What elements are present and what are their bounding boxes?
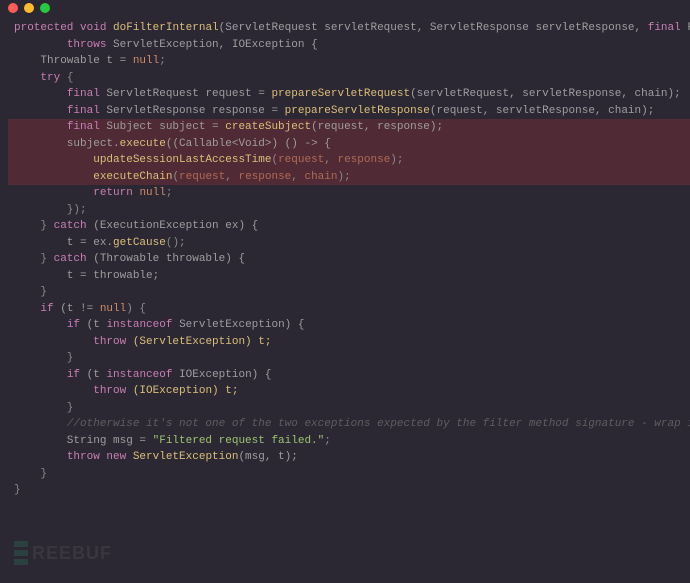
code-line: throw (IOException) t; [0,383,690,400]
code-line: } catch (ExecutionException ex) { [0,218,690,235]
code-line: try { [0,70,690,87]
code-line: throw new ServletException(msg, t); [0,449,690,466]
code-line-highlighted: subject.execute((Callable<Void>) () -> { [0,136,690,153]
code-line: } [0,466,690,483]
watermark: REEBUF [14,541,112,565]
code-line: } [0,482,690,499]
code-line: if (t instanceof IOException) { [0,367,690,384]
code-line: protected void doFilterInternal(ServletR… [0,20,690,37]
watermark-text: REEBUF [32,545,112,562]
minimize-icon[interactable] [24,3,34,13]
code-editor[interactable]: protected void doFilterInternal(ServletR… [0,16,690,499]
code-line: String msg = "Filtered request failed."; [0,433,690,450]
code-line: } [0,350,690,367]
code-line: if (t instanceof ServletException) { [0,317,690,334]
code-line-highlighted: updateSessionLastAccessTime(request, res… [0,152,690,169]
code-line: throws ServletException, IOException { [0,37,690,54]
code-line: } [0,400,690,417]
window-titlebar [0,0,690,16]
zoom-icon[interactable] [40,3,50,13]
code-line-highlighted: final Subject subject = createSubject(re… [0,119,690,136]
code-line: //otherwise it's not one of the two exce… [0,416,690,433]
watermark-logo-icon [14,541,28,565]
code-line: } [0,284,690,301]
code-line: final ServletRequest request = prepareSe… [0,86,690,103]
code-line: t = ex.getCause(); [0,235,690,252]
code-line: if (t != null) { [0,301,690,318]
code-line: Throwable t = null; [0,53,690,70]
close-icon[interactable] [8,3,18,13]
code-line-highlighted: executeChain(request, response, chain); [0,169,690,186]
code-line: return null; [0,185,690,202]
code-line: throw (ServletException) t; [0,334,690,351]
code-line: final ServletResponse response = prepare… [0,103,690,120]
code-line: }); [0,202,690,219]
code-line: t = throwable; [0,268,690,285]
code-line: } catch (Throwable throwable) { [0,251,690,268]
